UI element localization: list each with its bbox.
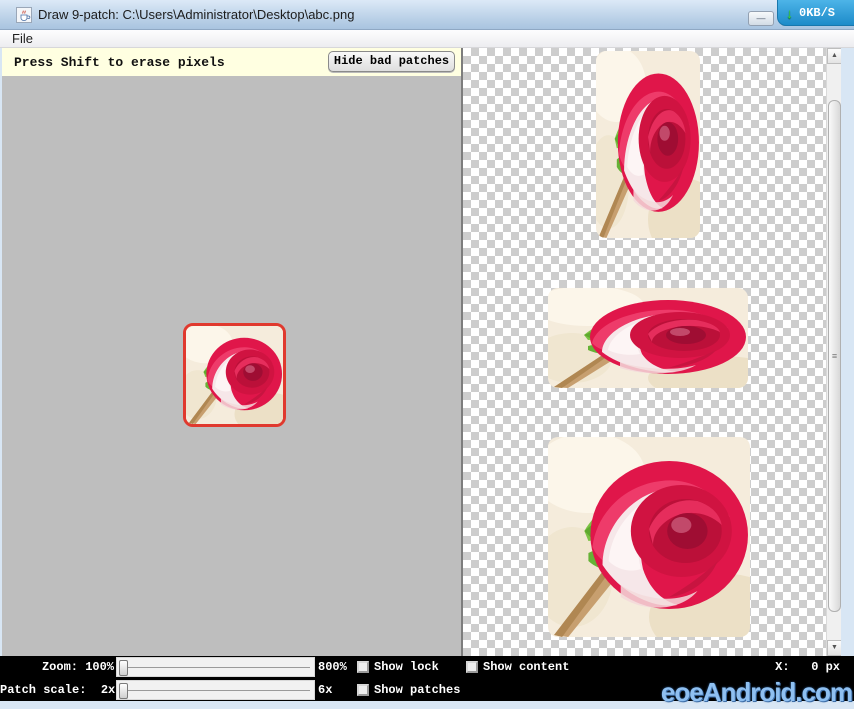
- zoom-max-label: 800%: [318, 660, 347, 674]
- menubar: File: [0, 30, 854, 48]
- show-content-checkbox[interactable]: [466, 661, 478, 673]
- patch-scale-slider-track[interactable]: [127, 690, 310, 691]
- zoom-slider-thumb[interactable]: [119, 660, 128, 676]
- preview-horizontal-stretch: [548, 288, 748, 388]
- preview-both-stretch: [548, 437, 750, 637]
- menu-file[interactable]: File: [12, 30, 33, 47]
- preview-pane: [463, 48, 826, 656]
- patch-scale-value: 2x: [101, 683, 115, 697]
- download-speed-text: 0KB/S: [799, 6, 835, 20]
- editor-pane[interactable]: [2, 76, 461, 656]
- window-bottom-border: [0, 701, 854, 709]
- window-title: Draw 9-patch: C:\Users\Administrator\Des…: [38, 7, 354, 22]
- patch-scale-label: Patch scale: 2x: [0, 683, 114, 697]
- zoom-value: 100%: [85, 660, 114, 674]
- patch-scale-slider-thumb[interactable]: [119, 683, 128, 699]
- scroll-up-icon[interactable]: ▲: [827, 48, 842, 64]
- draw9patch-window: Draw 9-patch: C:\Users\Administrator\Des…: [0, 0, 854, 709]
- zoom-slider-track[interactable]: [127, 667, 310, 668]
- cursor-x-coordinate: X: 0 px: [740, 660, 840, 674]
- x-value: 0 px: [811, 660, 840, 674]
- zoom-slider[interactable]: [116, 657, 315, 677]
- java-app-icon: [16, 7, 32, 23]
- show-content-label[interactable]: Show content: [483, 660, 569, 674]
- scroll-down-icon[interactable]: ▼: [827, 640, 842, 656]
- preview-scrollbar[interactable]: ▲ ≡ ▼: [826, 48, 841, 656]
- zoom-label-text: Zoom:: [42, 660, 78, 674]
- show-lock-checkbox[interactable]: [357, 661, 369, 673]
- patch-scale-max-label: 6x: [318, 683, 332, 697]
- net-speed-overlay[interactable]: ↓ 0KB/S: [777, 0, 854, 26]
- scrollbar-grip-icon: ≡: [829, 350, 840, 362]
- show-patches-checkbox[interactable]: [357, 684, 369, 696]
- show-patches-label[interactable]: Show patches: [374, 683, 460, 697]
- hint-banner: Press Shift to erase pixels Hide bad pat…: [2, 48, 461, 76]
- minimize-button[interactable]: —: [748, 11, 774, 26]
- patch-scale-slider[interactable]: [116, 680, 315, 700]
- hide-bad-patches-button[interactable]: Hide bad patches: [328, 51, 455, 72]
- x-label: X:: [775, 660, 789, 674]
- zoom-label: Zoom: 100%: [0, 660, 114, 674]
- titlebar[interactable]: Draw 9-patch: C:\Users\Administrator\Des…: [0, 0, 854, 30]
- hint-text: Press Shift to erase pixels: [14, 55, 225, 70]
- ninepatch-source-image[interactable]: [183, 323, 286, 427]
- preview-vertical-stretch: [596, 51, 700, 238]
- statusbar: Zoom: 100% 800% Show lock Show content X…: [0, 656, 854, 701]
- patch-scale-label-text: Patch scale:: [0, 683, 86, 697]
- show-lock-label[interactable]: Show lock: [374, 660, 439, 674]
- download-arrow-icon: ↓: [786, 6, 793, 20]
- scrollbar-thumb[interactable]: ≡: [828, 100, 841, 612]
- window-right-border: [841, 48, 854, 656]
